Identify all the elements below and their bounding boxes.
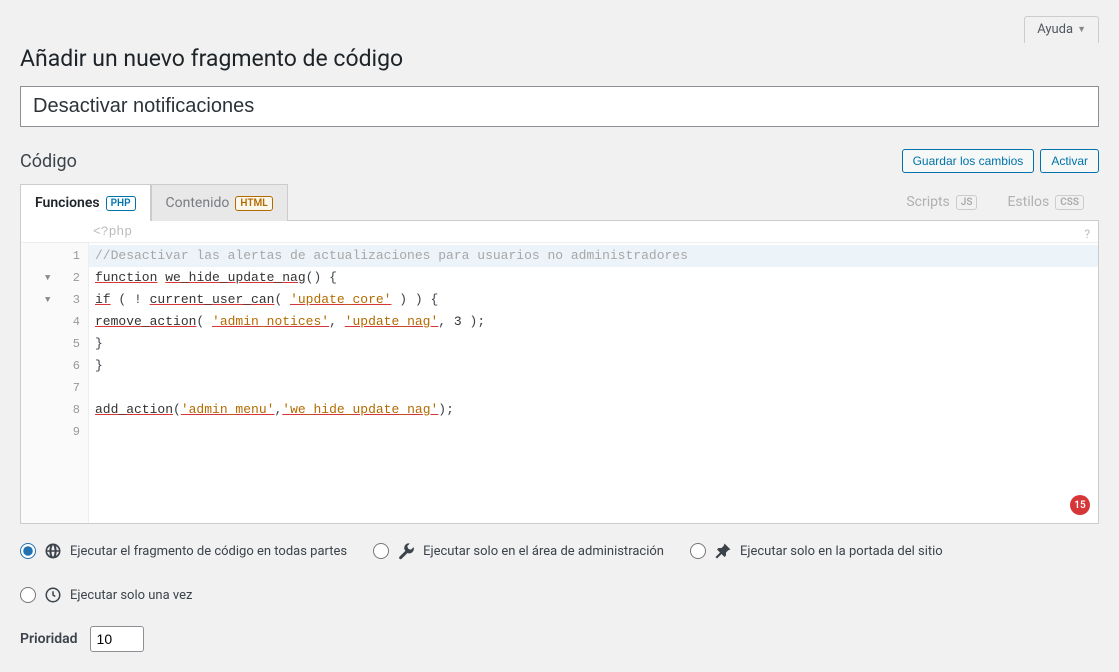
scope-admin[interactable]: Ejecutar solo en el área de administraci… <box>373 542 664 560</box>
save-button[interactable]: Guardar los cambios <box>902 149 1035 173</box>
activate-button[interactable]: Activar <box>1040 149 1099 173</box>
code-section-label: Código <box>20 151 77 172</box>
snippet-title-input[interactable] <box>20 86 1099 127</box>
help-icon[interactable]: ? <box>1084 227 1090 241</box>
wrench-icon <box>397 542 415 560</box>
help-label: Ayuda <box>1037 22 1073 37</box>
code-content[interactable]: //Desactivar las alertas de actualizacio… <box>89 243 1098 523</box>
tab-functions[interactable]: Funciones PHP <box>20 184 151 221</box>
clock-icon <box>44 586 62 604</box>
html-badge: HTML <box>235 196 272 211</box>
pin-icon <box>714 542 732 560</box>
scope-everywhere[interactable]: Ejecutar el fragmento de código en todas… <box>20 542 347 560</box>
line-gutter: 1 ▼2 ▼3 4 5 6 7 8 9 <box>21 243 89 523</box>
help-button[interactable]: Ayuda ▼ <box>1024 16 1099 43</box>
priority-input[interactable] <box>90 626 144 652</box>
tab-styles[interactable]: Estilos CSS <box>992 183 1099 220</box>
globe-icon <box>44 542 62 560</box>
php-badge: PHP <box>106 196 136 211</box>
scope-frontend[interactable]: Ejecutar solo en la portada del sitio <box>690 542 943 560</box>
code-editor[interactable]: <?php ? 1 ▼2 ▼3 4 5 6 7 8 9 //Desactivar… <box>20 221 1099 524</box>
js-badge: JS <box>956 195 978 210</box>
priority-label: Prioridad <box>20 631 78 647</box>
page-title: Añadir un nuevo fragmento de código <box>20 45 1099 72</box>
chevron-down-icon: ▼ <box>1077 24 1086 35</box>
tab-scripts[interactable]: Scripts JS <box>891 183 992 220</box>
php-open-tag: <?php <box>21 221 1098 243</box>
scope-once[interactable]: Ejecutar solo una vez <box>20 586 1099 604</box>
tab-content[interactable]: Contenido HTML <box>151 184 288 221</box>
error-count-badge[interactable]: 15 <box>1070 495 1090 515</box>
css-badge: CSS <box>1055 195 1084 210</box>
